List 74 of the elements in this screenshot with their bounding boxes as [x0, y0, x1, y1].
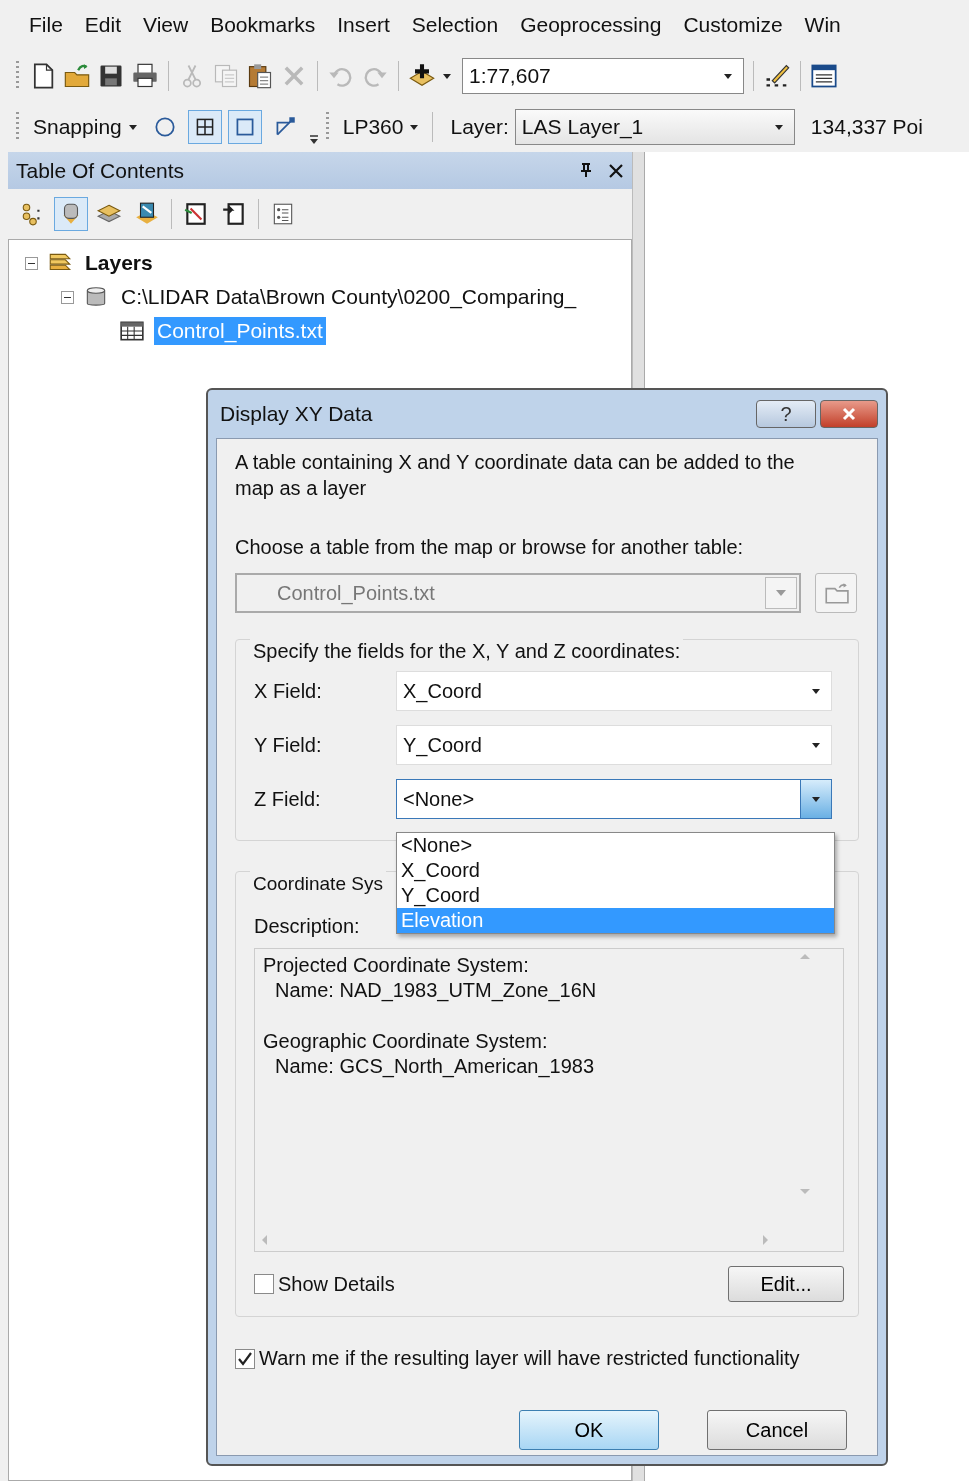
menu-item[interactable]: Selection — [400, 13, 510, 37]
field-label: X Field: — [254, 679, 323, 703]
checkbox[interactable] — [235, 1348, 255, 1369]
lp360-menu[interactable]: LP360 — [338, 114, 424, 139]
cancel-button[interactable]: Cancel — [707, 1410, 847, 1450]
snapping-menu[interactable]: Snapping — [29, 114, 142, 139]
layer-value: LAS Layer_1 — [521, 114, 644, 139]
description-text: Name: GCS_North_American_1983 — [274, 1054, 596, 1079]
collapse-icon[interactable] — [25, 256, 38, 270]
show-details-checkbox[interactable]: Show Details — [254, 1272, 395, 1296]
menu-item[interactable]: Customize — [672, 13, 794, 37]
checkbox-label: Show Details — [278, 1272, 395, 1296]
dropdown-arrow-icon — [811, 741, 821, 749]
menu-item[interactable]: Bookmarks — [199, 13, 327, 37]
pin-icon[interactable] — [578, 161, 594, 180]
description-text: Projected Coordinate System: — [263, 953, 530, 978]
menu-item[interactable]: Win — [793, 13, 852, 37]
field-dropdown[interactable]: Y_Coord — [396, 725, 832, 765]
dropdown-arrow-icon — [723, 71, 733, 80]
dropdown-arrow-icon — [811, 795, 821, 803]
caret-icon — [409, 122, 420, 131]
scale-dropdown[interactable]: 1:77,607 — [462, 57, 744, 94]
panel-title: Table Of Contents — [16, 158, 186, 183]
layer-label: Layer: — [450, 114, 509, 139]
dialog-title: Display XY Data — [219, 402, 374, 426]
menu-item[interactable]: File — [18, 13, 74, 37]
tree-item[interactable]: C:\LIDAR Data\Brown County\0200_Comparing_ — [118, 283, 580, 311]
menu-item[interactable]: Insert — [326, 13, 401, 37]
description-label: Description: — [254, 915, 360, 938]
close-icon — [841, 406, 857, 422]
table-value: Control_Points.txt — [277, 581, 435, 605]
browse-button[interactable] — [815, 573, 857, 613]
dropdown-arrow-icon — [811, 687, 821, 695]
dropdown-option[interactable]: Y_Coord — [397, 883, 834, 908]
intro-text: A table containing X and Y coordinate data can be added to the map as a layer — [235, 450, 796, 501]
caret-icon — [127, 122, 138, 131]
menu-item[interactable]: View — [132, 13, 200, 37]
close-icon[interactable] — [608, 162, 624, 179]
square-icon[interactable] — [227, 109, 262, 144]
description-text: Geographic Coordinate System: — [263, 1029, 549, 1054]
grid-square-icon[interactable] — [187, 109, 222, 144]
collapse-icon[interactable] — [61, 290, 74, 304]
tree-item[interactable]: Layers — [82, 249, 156, 277]
instruction-text: Choose a table from the map or browse for another table: — [235, 536, 745, 559]
printer-icon[interactable] — [131, 61, 159, 90]
clipboard-icon[interactable] — [246, 61, 274, 90]
field-value: Y_Coord — [403, 733, 482, 757]
database-icon[interactable] — [54, 197, 88, 231]
menu-item[interactable]: Geoprocessing — [509, 13, 673, 37]
field-dropdown[interactable]: X_Coord — [396, 671, 832, 711]
point-count: 134,337 Poi — [810, 114, 923, 139]
field-label: Y Field: — [254, 733, 323, 757]
field-dropdown[interactable]: <None> — [396, 779, 832, 819]
field-value: X_Coord — [403, 679, 482, 703]
layer-dropdown[interactable]: LAS Layer_1 — [514, 108, 795, 145]
menu-item[interactable]: Edit — [73, 13, 133, 37]
close-button[interactable] — [820, 400, 878, 428]
checkbox[interactable] — [254, 1274, 274, 1294]
group-title: Coordinate Sys — [250, 871, 386, 897]
field-label: Z Field: — [254, 787, 322, 811]
caret-icon — [442, 71, 452, 80]
dropdown-option[interactable]: <None> — [397, 833, 834, 858]
help-button[interactable]: ? — [756, 400, 816, 428]
edit-button[interactable]: Edit... — [728, 1266, 844, 1302]
toolbar-grip[interactable] — [16, 111, 19, 142]
group-title: Specify the fields for the X, Y and Z coordinates: — [250, 638, 684, 664]
ok-button[interactable]: OK — [519, 1410, 659, 1450]
field-value: <None> — [403, 787, 475, 811]
dropdown-arrow-icon — [773, 122, 784, 131]
toolbar-grip[interactable] — [16, 60, 19, 91]
description-text: Name: NAD_1983_UTM_Zone_16N — [274, 978, 598, 1003]
scale-value: 1:77,607 — [469, 63, 551, 88]
dropdown-option[interactable]: X_Coord — [397, 858, 834, 883]
toolbar-grip[interactable] — [325, 111, 329, 142]
